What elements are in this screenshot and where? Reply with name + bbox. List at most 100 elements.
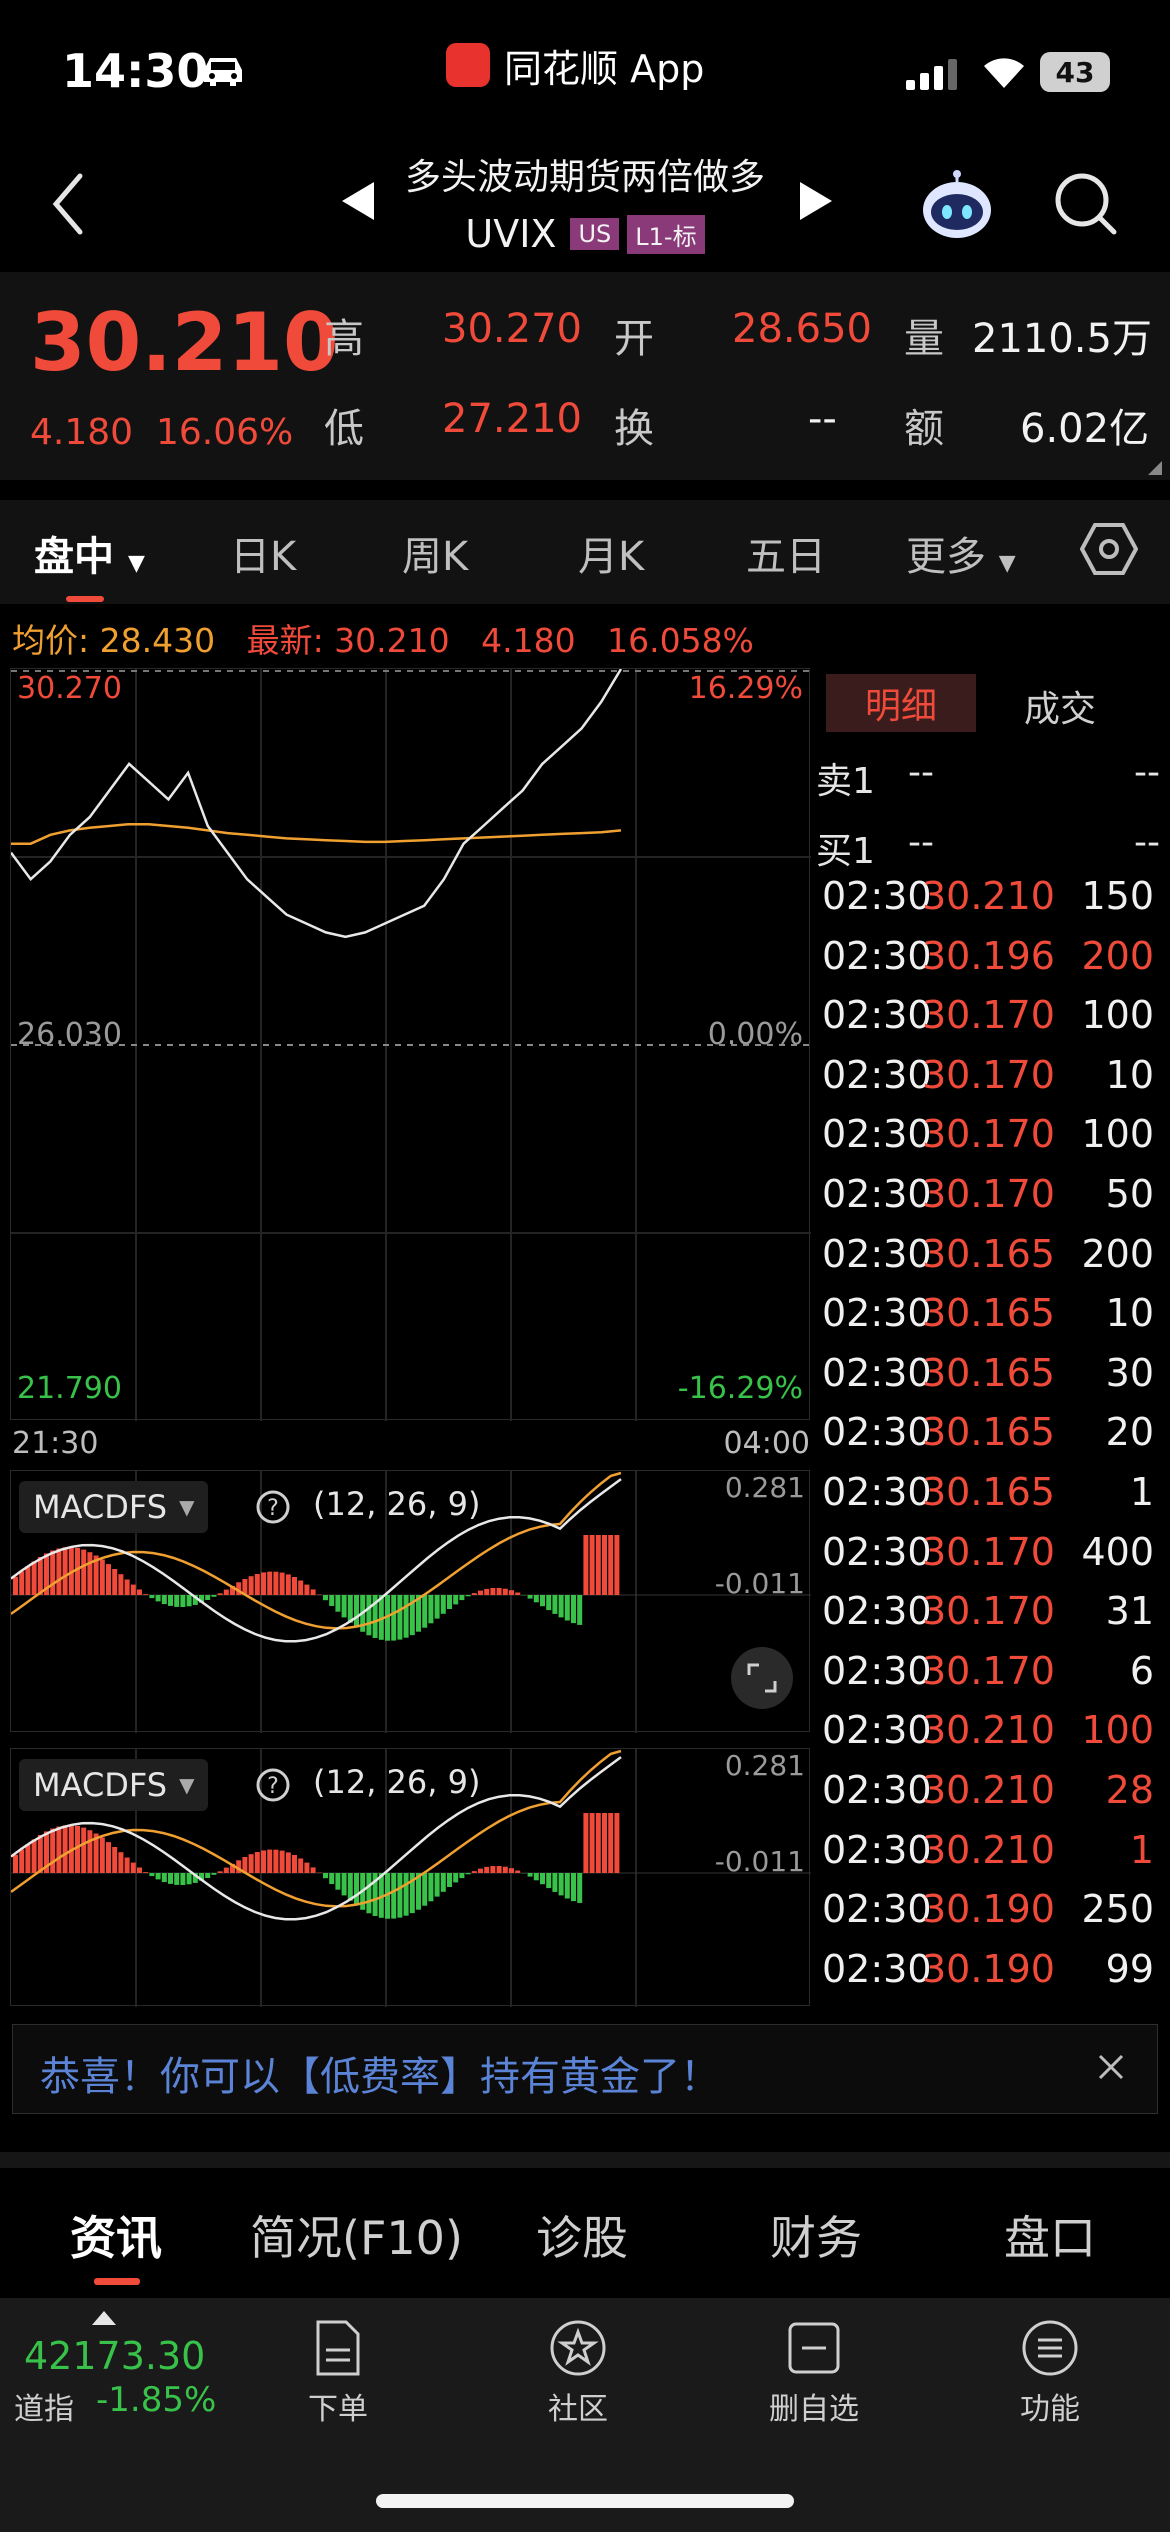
market-tag: US (570, 218, 620, 250)
macd-histogram-bar (589, 1813, 595, 1873)
tab-intraday-label: 盘中 (34, 534, 114, 580)
tab-trades[interactable]: 成交 (1024, 680, 1096, 732)
tick-time: 02:30 (822, 993, 932, 1038)
macd-histogram-bar (217, 1871, 223, 1873)
low-value: 27.210 (442, 396, 582, 442)
bid-1-label: 买1 (816, 831, 875, 872)
macd-histogram-bar (440, 1873, 446, 1892)
tick-volume: 400 (1081, 1529, 1154, 1574)
settings-hexagon-icon[interactable] (1079, 520, 1139, 582)
macd-histogram-bar (75, 1547, 80, 1595)
tick-row: 02:30 30.196 200 (822, 934, 1154, 994)
functions-button[interactable]: 功能 (970, 2300, 1130, 2430)
macd-panel-1[interactable]: MACDFS ▼ ? (12, 26, 9) 0.281 -0.011 (10, 1470, 811, 1733)
turnover-value: -- (808, 396, 837, 442)
indicator-selector-2[interactable]: MACDFS ▼ (19, 1759, 209, 1811)
macd-histogram-bar (403, 1595, 409, 1638)
macd-histogram-bar (149, 1595, 155, 1599)
expand-corner-icon[interactable] (1148, 460, 1162, 479)
tick-price: 30.165 (922, 1350, 1055, 1395)
tick-time: 02:30 (822, 1529, 932, 1574)
community-button[interactable]: 社区 (498, 2300, 658, 2430)
macd-histogram-bar (25, 1844, 31, 1873)
order-button[interactable]: 下单 (258, 2300, 418, 2430)
tab-five-day[interactable]: 五日 (746, 524, 826, 582)
macd-histogram-bar (143, 1872, 149, 1873)
macd-histogram-bar (471, 1593, 477, 1595)
macd-histogram-bar (465, 1873, 471, 1875)
tick-time: 02:30 (822, 1827, 932, 1872)
macd-histogram-bar (285, 1574, 291, 1595)
intraday-chart[interactable]: 30.270 16.29% 26.030 0.00% 21.790 -16.29… (9, 668, 811, 1421)
macd-histogram-bar (341, 1873, 347, 1896)
tab-order-book[interactable]: 盘口 (1004, 2202, 1096, 2268)
tick-time: 02:30 (822, 1291, 932, 1336)
macd-histogram-bar (502, 1866, 508, 1873)
macd-histogram-bar (304, 1584, 310, 1595)
change-amount: 4.180 (30, 412, 134, 453)
level-tag: L1-标 (627, 214, 705, 254)
macd-histogram-bar (112, 1847, 118, 1873)
macd-histogram-bar (465, 1595, 471, 1597)
next-stock-arrow-icon[interactable] (798, 180, 834, 226)
macd-histogram-bar (248, 1576, 254, 1595)
fullscreen-button[interactable] (731, 1647, 793, 1709)
status-app-indicator[interactable]: 同花顺 App (446, 40, 704, 91)
tick-time: 02:30 (822, 1946, 932, 1991)
promo-text[interactable]: 恭喜！你可以【低费率】持有黄金了！ (40, 2044, 720, 2102)
tick-price: 30.170 (922, 1529, 1055, 1574)
macd-histogram-bar (81, 1549, 87, 1595)
indicator-selector-1[interactable]: MACDFS ▼ (19, 1481, 209, 1533)
tick-volume: 1 (1129, 1470, 1154, 1514)
tick-volume: 100 (1081, 993, 1154, 1038)
tick-time: 02:30 (822, 1768, 932, 1812)
chevron-down-icon: ▼ (127, 551, 145, 576)
macd-panel-2[interactable]: MACDFS ▼ ? (12, 26, 9) 0.281 -0.011 (10, 1748, 811, 2007)
close-icon[interactable] (1096, 2052, 1126, 2086)
tab-detail[interactable]: 明细 (826, 674, 976, 732)
tab-diagnosis[interactable]: 诊股 (536, 2202, 628, 2268)
macd-histogram-bar (254, 1852, 260, 1873)
macd-histogram-bar (354, 1873, 359, 1906)
macd-histogram-bar (118, 1574, 124, 1595)
back-icon[interactable] (48, 172, 88, 240)
help-icon[interactable]: ? (255, 1489, 291, 1529)
tab-news[interactable]: 资讯 (70, 2202, 162, 2268)
tab-f10[interactable]: 简况(F10) (250, 2202, 463, 2268)
tick-time: 02:30 (822, 1708, 932, 1753)
macd-histogram-bar (161, 1595, 167, 1605)
macd-1-mid: -0.011 (714, 1567, 805, 1600)
macd-histogram-bar (50, 1828, 56, 1873)
home-indicator[interactable] (376, 2494, 794, 2508)
tab-more[interactable]: 更多 ▼ (906, 524, 1016, 582)
tick-volume: 100 (1081, 1708, 1154, 1753)
search-icon[interactable] (1054, 172, 1118, 240)
remove-watchlist-button[interactable]: 删自选 (734, 2300, 894, 2430)
macd-histogram-bar (366, 1595, 372, 1636)
macd-histogram-bar (99, 1837, 105, 1873)
macd-histogram-bar (515, 1870, 521, 1873)
tab-weekly-k[interactable]: 周K (402, 524, 468, 582)
tab-daily-k[interactable]: 日K (230, 524, 296, 582)
macd-histogram-bar (552, 1595, 558, 1614)
tab-intraday[interactable]: 盘中 ▼ (34, 524, 145, 582)
tick-row: 02:30 30.210 28 (822, 1768, 1154, 1828)
tick-price: 30.165 (922, 1231, 1055, 1276)
macd-histogram-bar (13, 1576, 18, 1595)
tick-price: 30.165 (922, 1470, 1055, 1514)
macd-histogram-bar (509, 1590, 514, 1595)
change-percent: 16.06% (155, 412, 294, 453)
tab-monthly-k[interactable]: 月K (578, 524, 644, 582)
tab-finance[interactable]: 财务 (770, 2202, 862, 2268)
tick-price: 30.210 (922, 1827, 1055, 1872)
amount-label: 额 (904, 406, 944, 452)
latest-value: 30.210 (334, 621, 450, 660)
help-icon[interactable]: ? (255, 1767, 291, 1807)
expand-icon (747, 1663, 777, 1693)
ai-robot-icon[interactable] (918, 170, 996, 246)
wifi-icon (980, 52, 1028, 94)
macd-histogram-bar (552, 1873, 558, 1892)
index-value[interactable]: 42173.30 (24, 2334, 205, 2378)
status-time: 14:30 (62, 44, 209, 98)
tick-volume: 150 (1081, 874, 1154, 918)
